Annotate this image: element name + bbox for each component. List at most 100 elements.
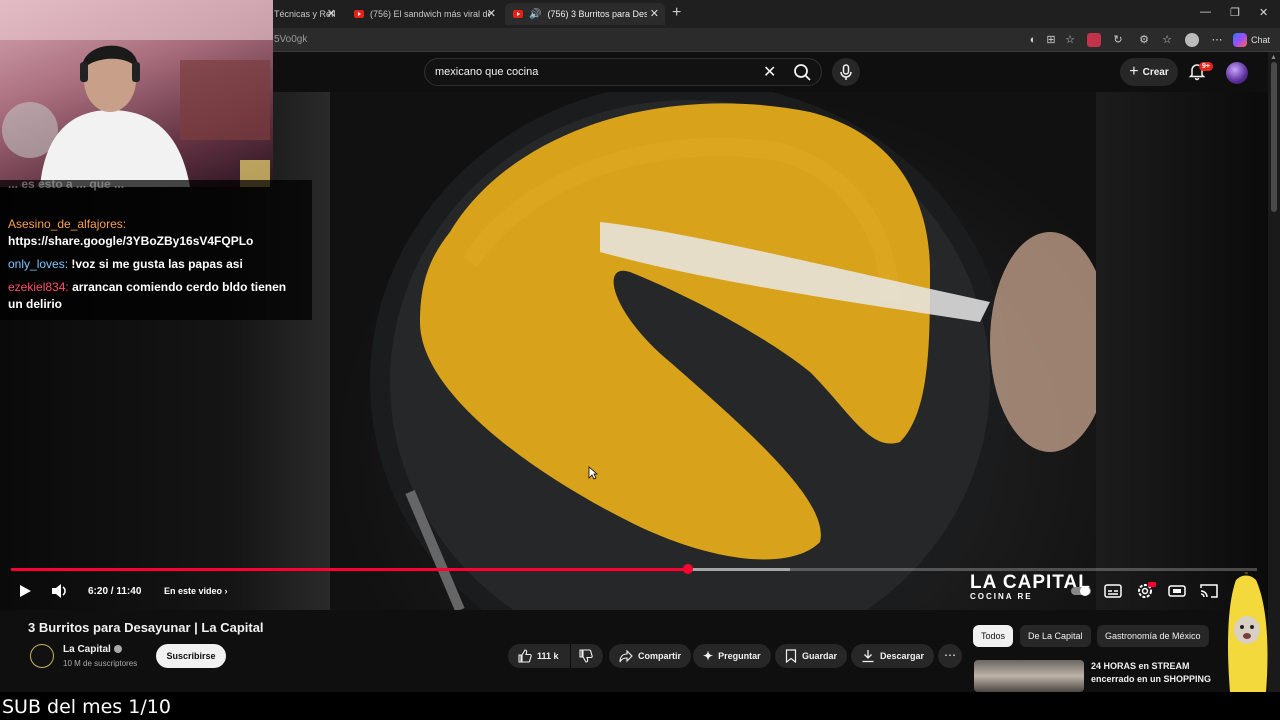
share-label: Compartir: [638, 651, 682, 661]
create-button[interactable]: + Crear: [1120, 58, 1178, 86]
clear-search-icon[interactable]: ✕: [763, 62, 776, 82]
browser-tab[interactable]: (756) El sandwich más viral del mu ✕: [346, 3, 502, 25]
refresh-icon[interactable]: ↻: [1111, 33, 1125, 47]
ask-label: Preguntar: [718, 651, 761, 661]
tab-title: (756) El sandwich más viral del mu: [370, 9, 490, 19]
browser-tab-active[interactable]: 🔊 (756) 3 Burritos para Desayuna ✕: [505, 3, 665, 25]
channel-name-link[interactable]: La Capital: [63, 644, 122, 655]
favorites-icon[interactable]: ☆: [1160, 33, 1174, 47]
search-input[interactable]: mexicano que cocina ✕: [424, 58, 822, 86]
youtube-favicon-icon: [354, 10, 364, 18]
more-actions-icon[interactable]: ⋯: [938, 644, 962, 668]
chat-message: Asesino_de_alfajores: https://share.goog…: [8, 216, 304, 250]
restore-icon[interactable]: ❐: [1230, 6, 1240, 19]
chat-button[interactable]: Chat: [1233, 32, 1270, 48]
browser-tab[interactable]: Técnicas y Refl ✕: [272, 3, 342, 25]
cast-icon: [1200, 584, 1218, 598]
profile-avatar[interactable]: [1185, 33, 1199, 47]
extensions-puzzle-icon[interactable]: ⚙: [1137, 33, 1151, 47]
create-label: Crear: [1142, 66, 1169, 78]
save-label: Guardar: [802, 651, 838, 661]
streamer-person-image: [0, 0, 273, 187]
recommendation-title[interactable]: 24 HORAS en STREAM encerrado en un SHOPP…: [1091, 660, 1221, 686]
new-tab-icon[interactable]: +: [672, 4, 681, 22]
banana-cat-sticker: [1222, 565, 1272, 702]
download-label: Descargar: [880, 651, 925, 661]
copilot-icon: [1233, 33, 1247, 47]
tab-close-icon[interactable]: ✕: [487, 7, 496, 20]
chat-message: ezekiel834: arrancan comiendo cerdo bldo…: [8, 279, 304, 313]
autoplay-toggle[interactable]: [1070, 582, 1092, 600]
pan-with-egg-image: [370, 92, 1096, 610]
chip-de-la-capital[interactable]: De La Capital: [1020, 625, 1091, 647]
play-icon: [20, 585, 31, 597]
chat-message: only_loves: !voz si me gusta las papas a…: [8, 256, 304, 273]
video-info-section: 3 Burritos para Desayunar | La Capital L…: [0, 610, 1268, 692]
subscribe-button[interactable]: Suscribirse: [156, 644, 226, 668]
mouse-cursor-icon: [588, 466, 599, 485]
minimize-icon[interactable]: —: [1200, 6, 1211, 18]
gear-icon: [1138, 582, 1156, 598]
chip-gastronomia[interactable]: Gastronomía de México: [1097, 625, 1209, 647]
scrollbar-thumb[interactable]: [1271, 62, 1277, 212]
menu-dots-icon[interactable]: ⋯: [1210, 33, 1224, 47]
video-side-right: [1096, 92, 1268, 610]
speaker-icon[interactable]: 🔊: [529, 9, 541, 20]
theater-mode-button[interactable]: [1168, 582, 1186, 600]
video-frame[interactable]: [330, 92, 1096, 610]
chat-username: ezekiel834:: [8, 280, 69, 294]
bookmark-icon: [785, 649, 797, 663]
account-avatar[interactable]: [1226, 62, 1248, 84]
dislike-button[interactable]: [571, 644, 603, 668]
recommendation-thumbnail[interactable]: [974, 660, 1084, 692]
share-arrow-icon: [619, 649, 633, 663]
search-icon: [794, 64, 811, 81]
settings-button[interactable]: [1136, 582, 1156, 600]
chip-todos[interactable]: Todos: [973, 625, 1014, 647]
subscriber-count: 10 M de suscriptores: [63, 659, 138, 668]
plus-icon: +: [1129, 63, 1139, 80]
scroll-up-icon[interactable]: ▲: [1270, 54, 1277, 61]
like-count: 111 k: [537, 651, 559, 661]
search-button[interactable]: [788, 58, 816, 86]
download-icon: [862, 650, 874, 663]
ask-button[interactable]: ✦ Preguntar: [693, 644, 771, 668]
chapters-button[interactable]: En este video ›: [164, 586, 228, 596]
url-text[interactable]: 5Vo0gk: [274, 34, 307, 45]
tab-title: (756) 3 Burritos para Desayuna: [547, 9, 648, 19]
volume-button[interactable]: [50, 582, 70, 600]
share-button[interactable]: Compartir: [609, 644, 692, 668]
window-close-icon[interactable]: ✕: [1259, 6, 1268, 19]
chat-username: only_loves:: [8, 257, 69, 271]
like-button[interactable]: 111 k: [508, 644, 570, 668]
chat-text: https://share.google/3YBoZBy16sV4FQPLo: [8, 234, 254, 248]
channel-avatar[interactable]: [30, 644, 54, 668]
notification-badge: 9+: [1199, 62, 1213, 71]
tab-close-icon[interactable]: ✕: [650, 7, 659, 20]
sub-of-the-month-label: SUB del mes 1/10: [2, 696, 171, 718]
play-button[interactable]: [16, 582, 34, 600]
extension-icon[interactable]: [1087, 33, 1101, 47]
apps-icon[interactable]: ⊞: [1044, 33, 1058, 47]
translate-icon[interactable]: ◐: [1026, 33, 1040, 47]
sparkle-icon: ✦: [703, 649, 714, 663]
time-display: 6:20 / 11:40: [88, 586, 142, 597]
chapter-label: En este video: [164, 586, 223, 596]
verified-badge-icon: [113, 645, 122, 654]
scrubber-handle[interactable]: [682, 564, 693, 574]
autoplay-toggle-icon: [1071, 586, 1091, 596]
volume-icon: [52, 584, 66, 598]
voice-search-button[interactable]: [832, 58, 860, 86]
subtitles-button[interactable]: [1104, 582, 1122, 600]
cast-button[interactable]: [1200, 582, 1218, 600]
save-button[interactable]: Guardar: [775, 644, 848, 668]
tab-close-icon[interactable]: ✕: [327, 7, 336, 20]
download-button[interactable]: Descargar: [851, 644, 935, 668]
chat-label: Chat: [1251, 35, 1271, 45]
chat-text: !voz si me gusta las papas asi: [71, 257, 243, 271]
star-icon[interactable]: ☆: [1063, 33, 1077, 47]
microphone-icon: [840, 64, 852, 80]
streamer-webcam: [0, 0, 273, 187]
thumbs-down-icon: [579, 649, 593, 663]
chevron-right-icon: ›: [224, 586, 228, 596]
